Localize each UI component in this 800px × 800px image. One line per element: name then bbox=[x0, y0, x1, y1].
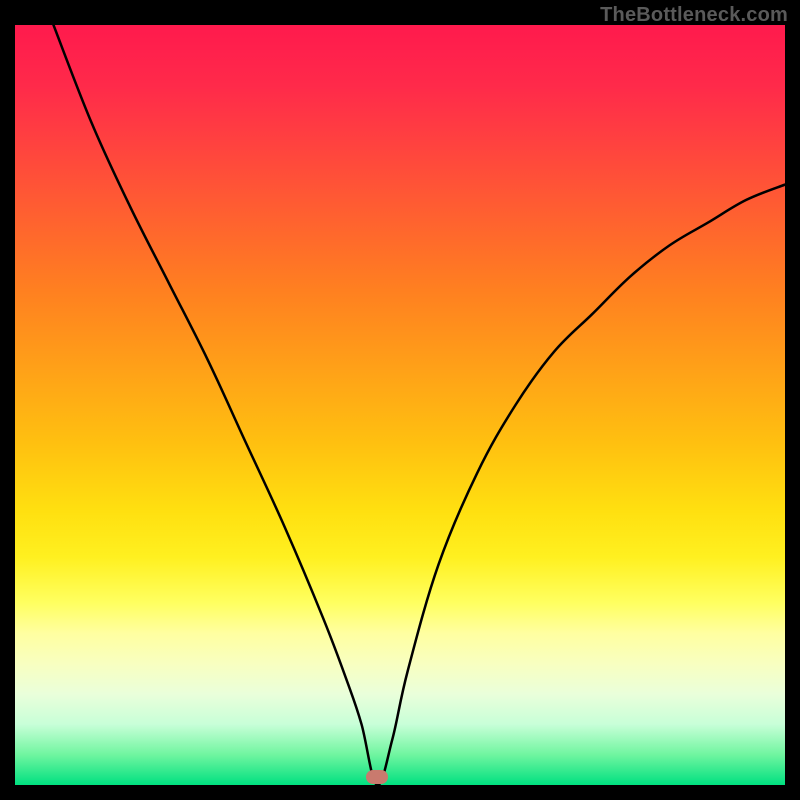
chart-frame: TheBottleneck.com bbox=[0, 0, 800, 800]
plot-area bbox=[15, 25, 785, 785]
bottleneck-curve bbox=[15, 25, 785, 785]
optimal-point-marker bbox=[366, 770, 388, 784]
watermark-text: TheBottleneck.com bbox=[600, 4, 788, 27]
